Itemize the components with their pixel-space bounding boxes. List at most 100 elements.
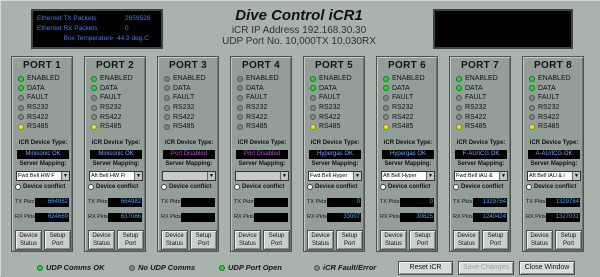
tx-packets-value bbox=[254, 197, 288, 207]
reset-icr-button[interactable]: Reset iCR bbox=[398, 261, 453, 275]
setup-port-button[interactable]: Setup Port bbox=[44, 230, 71, 250]
device-conflict-option[interactable]: Device conflict bbox=[15, 184, 65, 190]
device-type-display: Hypergas OK bbox=[382, 150, 434, 159]
radio-icon[interactable] bbox=[88, 184, 94, 190]
chevron-down-icon[interactable]: ▼ bbox=[280, 172, 288, 180]
status-row: DATA bbox=[529, 84, 571, 94]
port-title: PORT 7 bbox=[461, 60, 499, 71]
setup-port-button[interactable]: Setup Port bbox=[263, 230, 290, 250]
device-conflict-option[interactable]: Device conflict bbox=[88, 184, 138, 190]
radio-icon[interactable] bbox=[234, 184, 240, 190]
device-status-button[interactable]: Device Status bbox=[526, 230, 553, 250]
status-led-icon bbox=[529, 114, 535, 121]
server-mapping-select[interactable]: ▼ bbox=[162, 171, 216, 181]
status-label: RS232 bbox=[319, 104, 341, 112]
chevron-down-icon[interactable]: ▼ bbox=[353, 172, 361, 180]
status-led-icon bbox=[310, 85, 316, 92]
status-label: FAULT bbox=[100, 94, 122, 102]
status-row: ENABLED bbox=[383, 74, 425, 84]
device-conflict-option[interactable]: Device conflict bbox=[234, 184, 284, 190]
info-value: 44.9 deg.C bbox=[117, 35, 149, 42]
device-status-button[interactable]: Device Status bbox=[307, 230, 334, 250]
device-conflict-option[interactable]: Device conflict bbox=[526, 184, 576, 190]
status-row: RS232 bbox=[456, 103, 498, 113]
setup-port-button[interactable]: Setup Port bbox=[555, 230, 582, 250]
tx-packets-label: TX Pkts: bbox=[307, 199, 328, 205]
status-led-icon bbox=[18, 123, 24, 130]
device-conflict-option[interactable]: Device conflict bbox=[161, 184, 211, 190]
device-conflict-label: Device conflict bbox=[23, 184, 66, 190]
tx-packets-row: TX Pkts: 664982 bbox=[15, 197, 71, 207]
radio-icon[interactable] bbox=[380, 184, 386, 190]
dive-control-window: Ethernet TX Packets 2659528 Ethernet RX … bbox=[0, 0, 600, 276]
tx-packets-value: 1329764 bbox=[546, 197, 580, 207]
server-mapping-select[interactable]: Aft Bell Hyper ▼ bbox=[381, 171, 435, 181]
status-row: RS232 bbox=[18, 103, 60, 113]
server-mapping-select[interactable]: Fwd Bell iAU & ▼ bbox=[454, 171, 508, 181]
chevron-down-icon[interactable]: ▼ bbox=[207, 172, 215, 180]
status-label: RS422 bbox=[173, 113, 195, 121]
device-conflict-option[interactable]: Device conflict bbox=[307, 184, 357, 190]
radio-icon[interactable] bbox=[161, 184, 167, 190]
chevron-down-icon[interactable]: ▼ bbox=[572, 172, 580, 180]
status-row: DATA bbox=[18, 84, 60, 94]
device-type-label: iCR Device Type: bbox=[383, 140, 433, 146]
chevron-down-icon[interactable]: ▼ bbox=[134, 172, 142, 180]
save-changes-button[interactable]: Save Changes bbox=[458, 261, 514, 275]
info-label: Box Temperature bbox=[63, 35, 113, 42]
device-status-button[interactable]: Device Status bbox=[234, 230, 261, 250]
server-mapping-select[interactable]: Fwd Bell HW F ▼ bbox=[16, 171, 70, 181]
server-mapping-select[interactable]: ▼ bbox=[235, 171, 289, 181]
status-row: RS485 bbox=[237, 122, 279, 132]
status-label: FAULT bbox=[538, 94, 560, 102]
status-led-icon bbox=[529, 85, 535, 92]
radio-icon[interactable] bbox=[453, 184, 459, 190]
server-mapping-label: Server Mapping: bbox=[311, 161, 359, 167]
server-mapping-select[interactable]: Aft Bell HW Fl ▼ bbox=[89, 171, 143, 181]
status-led-icon bbox=[219, 264, 225, 271]
device-conflict-option[interactable]: Device conflict bbox=[380, 184, 430, 190]
device-status-button[interactable]: Device Status bbox=[161, 230, 188, 250]
port-panel-3: PORT 3 ENABLED DATA FAULT RS232 RS422 RS485 iCR… bbox=[157, 56, 219, 252]
rx-packets-label: RX Pkts: bbox=[15, 214, 37, 220]
status-label: RS232 bbox=[246, 104, 268, 112]
radio-icon[interactable] bbox=[526, 184, 532, 190]
device-conflict-option[interactable]: Device conflict bbox=[453, 184, 503, 190]
radio-icon[interactable] bbox=[15, 184, 21, 190]
rx-packets-row: RX Pkts: bbox=[234, 212, 290, 222]
chevron-down-icon[interactable]: ▼ bbox=[61, 172, 69, 180]
device-type-label: iCR Device Type: bbox=[91, 140, 141, 146]
device-type-label: iCR Device Type: bbox=[310, 140, 360, 146]
rx-packets-row: RX Pkts: 1327031 bbox=[526, 212, 582, 222]
device-status-button[interactable]: Device Status bbox=[453, 230, 480, 250]
setup-port-button[interactable]: Setup Port bbox=[409, 230, 436, 250]
rx-packets-row: RX Pkts: 33007 bbox=[307, 212, 363, 222]
setup-port-button[interactable]: Setup Port bbox=[482, 230, 509, 250]
rx-packets-label: RX Pkts: bbox=[234, 214, 256, 220]
chevron-down-icon[interactable]: ▼ bbox=[499, 172, 507, 180]
device-status-button[interactable]: Device Status bbox=[88, 230, 115, 250]
status-row: RS485 bbox=[18, 122, 60, 132]
rx-packets-label: RX Pkts: bbox=[88, 214, 110, 220]
status-led-icon bbox=[310, 104, 316, 111]
device-status-button[interactable]: Device Status bbox=[15, 230, 42, 250]
close-window-button[interactable]: Close Window bbox=[519, 261, 575, 275]
status-row: RS422 bbox=[237, 112, 279, 122]
status-led-icon bbox=[383, 114, 389, 121]
status-label: DATA bbox=[319, 84, 337, 92]
setup-port-button[interactable]: Setup Port bbox=[336, 230, 363, 250]
tx-packets-label: TX Pkts: bbox=[88, 199, 109, 205]
chevron-down-icon[interactable]: ▼ bbox=[426, 172, 434, 180]
status-label: RS422 bbox=[538, 113, 560, 121]
setup-port-button[interactable]: Setup Port bbox=[117, 230, 144, 250]
status-row: RS485 bbox=[310, 122, 352, 132]
status-row: RS232 bbox=[529, 103, 571, 113]
radio-icon[interactable] bbox=[307, 184, 313, 190]
device-status-button[interactable]: Device Status bbox=[380, 230, 407, 250]
status-led-icon bbox=[237, 114, 243, 121]
status-row: RS422 bbox=[164, 112, 206, 122]
server-mapping-select[interactable]: Fwd Bell Hyper ▼ bbox=[308, 171, 362, 181]
server-mapping-select[interactable]: Aft Bell iAU & i ▼ bbox=[527, 171, 581, 181]
setup-port-button[interactable]: Setup Port bbox=[190, 230, 217, 250]
device-type-display: Port Disabled bbox=[163, 150, 215, 159]
